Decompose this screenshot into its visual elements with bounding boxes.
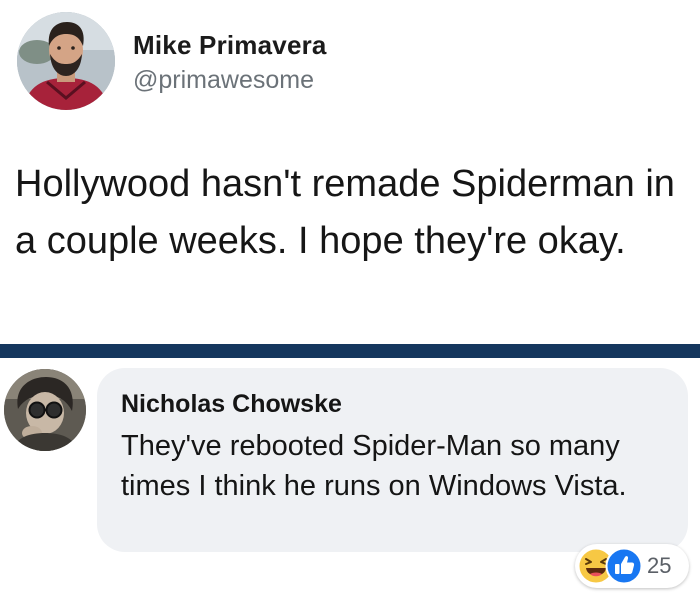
tweet-text: Hollywood hasn't remade Spiderman in a c… <box>15 163 675 262</box>
tweet-author-avatar[interactable] <box>17 12 115 110</box>
section-divider <box>0 344 700 358</box>
tweet-author-name[interactable]: Mike Primavera <box>133 30 327 61</box>
reaction-count: 25 <box>647 553 672 578</box>
comment-section: Nicholas Chowske They've rebooted Spider… <box>0 358 700 600</box>
like-reaction-icon <box>605 547 643 585</box>
reactions-summary[interactable]: 25 <box>575 544 689 588</box>
comment-author-avatar[interactable] <box>4 369 86 451</box>
comment-text: They've rebooted Spider-Man so many time… <box>121 430 627 502</box>
comment-bubble: Nicholas Chowske They've rebooted Spider… <box>97 368 688 552</box>
avatar-photo-icon <box>17 12 115 110</box>
tweet-card: Mike Primavera @primawesome Hollywood ha… <box>0 0 700 344</box>
tweet-author-handle[interactable]: @primawesome <box>133 66 314 95</box>
comment-author-name[interactable]: Nicholas Chowske <box>121 390 342 419</box>
avatar-photo-icon <box>4 369 86 451</box>
